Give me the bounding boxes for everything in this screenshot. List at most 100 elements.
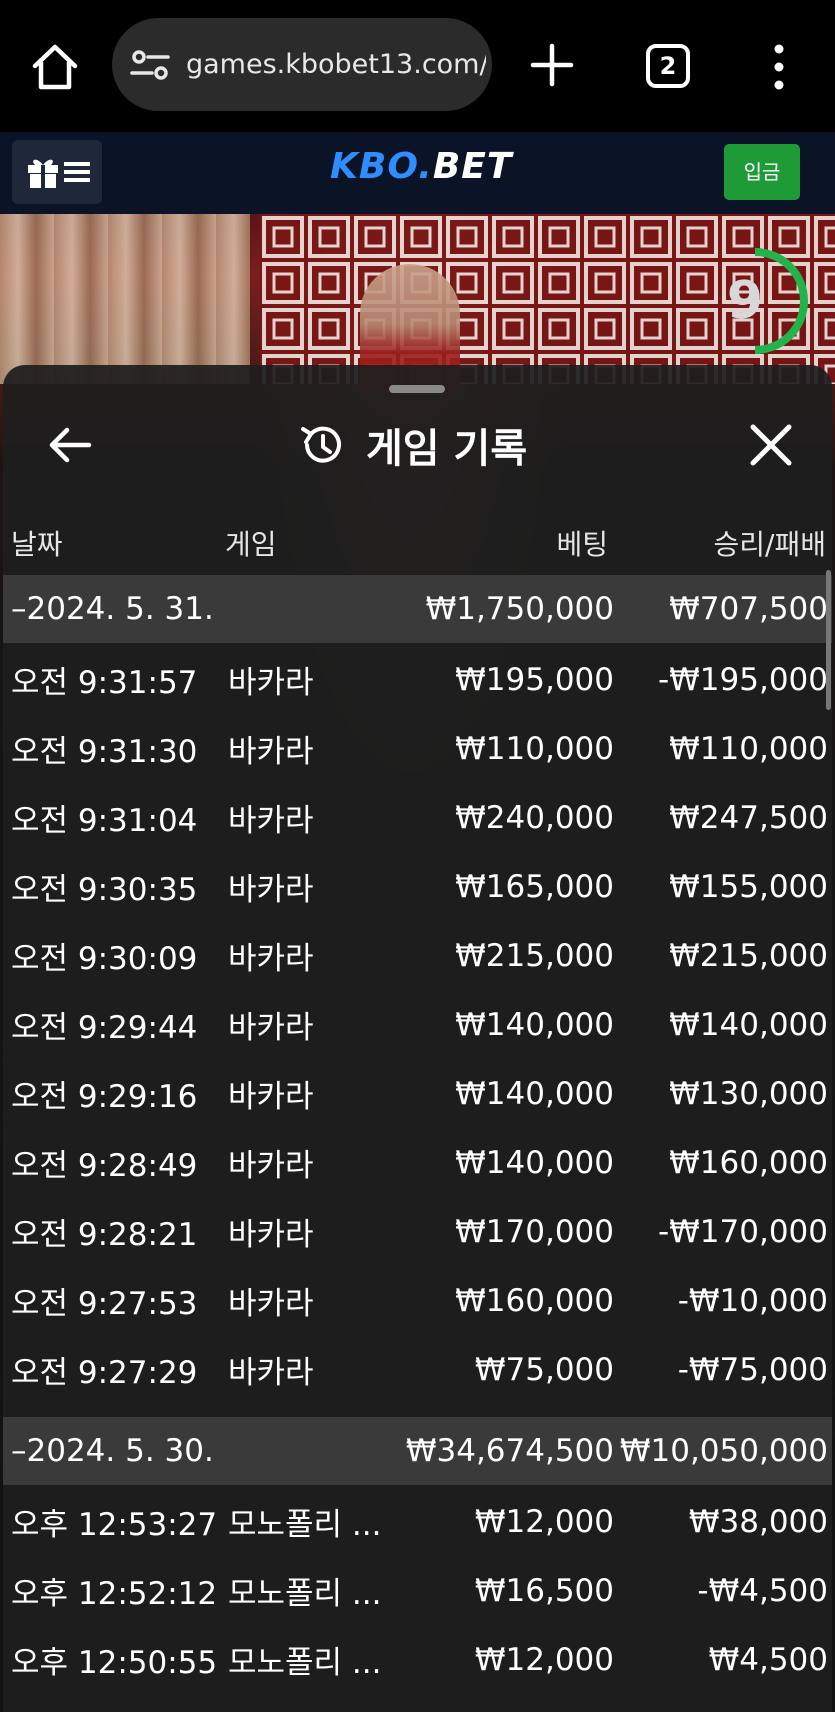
row-bet: ₩240,000	[455, 799, 614, 836]
group-date: –2024. 5. 31.	[11, 591, 214, 627]
row-result: -₩195,000	[657, 661, 828, 698]
row-bet: ₩140,000	[455, 1006, 614, 1043]
row-bet: ₩170,000	[455, 1213, 614, 1250]
row-game: 바카라	[228, 941, 314, 977]
column-header-bet: 베팅	[556, 528, 608, 561]
row-game: 바카라	[228, 734, 314, 770]
hamburger-icon	[64, 162, 90, 182]
kbo-bet-logo[interactable]: KBO.BET	[330, 146, 512, 187]
history-row[interactable]: 오전 9:31:57 바카라 ₩195,000 -₩195,000	[3, 645, 832, 714]
row-bet: ₩165,000	[455, 868, 614, 905]
tab-switcher-button[interactable]: 2	[646, 44, 690, 88]
history-row[interactable]: 오전 9:27:53 바카라 ₩160,000 -₩10,000	[3, 1266, 832, 1335]
row-time: 오후 12:53:27	[11, 1507, 218, 1543]
row-bet: ₩195,000	[455, 661, 614, 698]
row-game: 바카라	[228, 665, 314, 701]
row-game: 바카라	[228, 1079, 314, 1115]
row-result: -₩10,000	[677, 1282, 828, 1319]
row-bet: ₩140,000	[455, 1075, 614, 1112]
date-group-header[interactable]: –2024. 5. 31. ₩1,750,000 ₩707,500	[3, 575, 832, 643]
panel-title-group: 게임 기록	[298, 411, 527, 479]
row-bet: ₩12,000	[474, 1641, 614, 1678]
row-bet: ₩215,000	[455, 937, 614, 974]
row-time: 오전 9:31:57	[11, 665, 198, 701]
history-row[interactable]: 오전 9:31:04 바카라 ₩240,000 ₩247,500	[3, 783, 832, 852]
new-tab-icon[interactable]	[530, 40, 574, 90]
row-bet: ₩140,000	[455, 1144, 614, 1181]
row-time: 오전 9:28:49	[11, 1148, 198, 1184]
address-bar[interactable]: games.kbobet13.com/	[112, 18, 492, 111]
history-icon	[301, 426, 341, 463]
back-arrow-icon[interactable]	[43, 417, 99, 473]
row-bet: ₩12,000	[474, 1503, 614, 1540]
site-header: KBO.BET 입금	[0, 132, 835, 214]
promo-menu-button[interactable]	[12, 140, 102, 204]
browser-toolbar: games.kbobet13.com/ 2	[0, 0, 835, 132]
row-result: ₩38,000	[688, 1503, 828, 1540]
row-result: ₩160,000	[669, 1144, 828, 1181]
close-icon[interactable]	[743, 417, 799, 473]
row-time: 오전 9:30:35	[11, 872, 198, 908]
column-header-game: 게임	[225, 528, 277, 561]
history-row[interactable]: 오전 9:27:29 바카라 ₩75,000 -₩75,000	[3, 1335, 832, 1404]
group-total-result: ₩707,500	[669, 591, 828, 627]
scrollbar-thumb[interactable]	[826, 570, 831, 710]
column-header-result: 승리/패배	[713, 528, 826, 561]
column-header-date: 날짜	[11, 528, 63, 561]
home-icon[interactable]	[30, 42, 80, 92]
url-text[interactable]: games.kbobet13.com/	[186, 18, 486, 111]
more-menu-icon[interactable]	[770, 42, 788, 92]
row-time: 오후 12:50:55	[11, 1645, 218, 1681]
row-result: -₩170,000	[657, 1213, 828, 1250]
deposit-button[interactable]: 입금	[724, 144, 800, 200]
history-row[interactable]: 오전 9:29:44 바카라 ₩140,000 ₩140,000	[3, 990, 832, 1059]
round-timer-value: 9	[726, 271, 764, 331]
curtain-backdrop	[0, 214, 250, 384]
history-row[interactable]: 오전 9:31:30 바카라 ₩110,000 ₩110,000	[3, 714, 832, 783]
row-result: ₩110,000	[669, 730, 828, 767]
row-game: 바카라	[228, 1010, 314, 1046]
row-bet: ₩75,000	[474, 1351, 614, 1388]
history-row[interactable]: 오후 12:53:27 모노폴리 ... ₩12,000 ₩38,000	[3, 1487, 832, 1556]
history-row[interactable]: 오전 9:30:35 바카라 ₩165,000 ₩155,000	[3, 852, 832, 921]
row-game: 바카라	[228, 1286, 314, 1322]
site-settings-icon[interactable]	[130, 48, 170, 82]
row-time: 오전 9:29:44	[11, 1010, 198, 1046]
row-bet: ₩16,500	[474, 1572, 614, 1609]
history-row[interactable]: 오전 9:30:09 바카라 ₩215,000 ₩215,000	[3, 921, 832, 990]
gift-icon	[28, 159, 58, 188]
history-row[interactable]: 오후 12:50:55 모노폴리 ... ₩12,000 ₩4,500	[3, 1625, 832, 1694]
row-result: ₩130,000	[669, 1075, 828, 1112]
row-game: 바카라	[228, 1355, 314, 1391]
game-history-panel: 게임 기록 날짜 게임 베팅 승리/패배 –2024. 5. 31. ₩1,75…	[3, 365, 832, 1712]
date-group-header[interactable]: –2024. 5. 30. ₩34,674,500 ₩10,050,000	[3, 1417, 832, 1485]
row-game: 모노폴리 ...	[228, 1576, 382, 1612]
panel-title: 게임 기록	[366, 426, 528, 472]
row-time: 오전 9:30:09	[11, 941, 198, 977]
row-result: -₩75,000	[677, 1351, 828, 1388]
group-total-result: ₩10,050,000	[619, 1433, 828, 1469]
row-game: 바카라	[228, 803, 314, 839]
row-game: 모노폴리 ...	[228, 1645, 382, 1681]
row-time: 오전 9:28:21	[11, 1217, 198, 1253]
row-bet: ₩160,000	[455, 1282, 614, 1319]
row-game: 바카라	[228, 872, 314, 908]
history-row[interactable]: 오전 9:28:49 바카라 ₩140,000 ₩160,000	[3, 1128, 832, 1197]
drag-handle[interactable]	[389, 385, 445, 393]
row-result: ₩155,000	[669, 868, 828, 905]
row-time: 오후 12:52:12	[11, 1576, 218, 1612]
row-game: 모노폴리 ...	[228, 1507, 382, 1543]
group-date: –2024. 5. 30.	[11, 1433, 214, 1469]
row-result: -₩4,500	[697, 1572, 828, 1609]
row-time: 오전 9:29:16	[11, 1079, 198, 1115]
row-game: 바카라	[228, 1148, 314, 1184]
row-time: 오전 9:31:04	[11, 803, 198, 839]
group-total-bet: ₩1,750,000	[425, 591, 614, 627]
row-time: 오전 9:27:29	[11, 1355, 198, 1391]
row-time: 오전 9:31:30	[11, 734, 198, 770]
history-row[interactable]: 오전 9:29:16 바카라 ₩140,000 ₩130,000	[3, 1059, 832, 1128]
history-row[interactable]: 오후 12:52:12 모노폴리 ... ₩16,500 -₩4,500	[3, 1556, 832, 1625]
row-time: 오전 9:27:53	[11, 1286, 198, 1322]
row-result: ₩247,500	[669, 799, 828, 836]
history-row[interactable]: 오전 9:28:21 바카라 ₩170,000 -₩170,000	[3, 1197, 832, 1266]
